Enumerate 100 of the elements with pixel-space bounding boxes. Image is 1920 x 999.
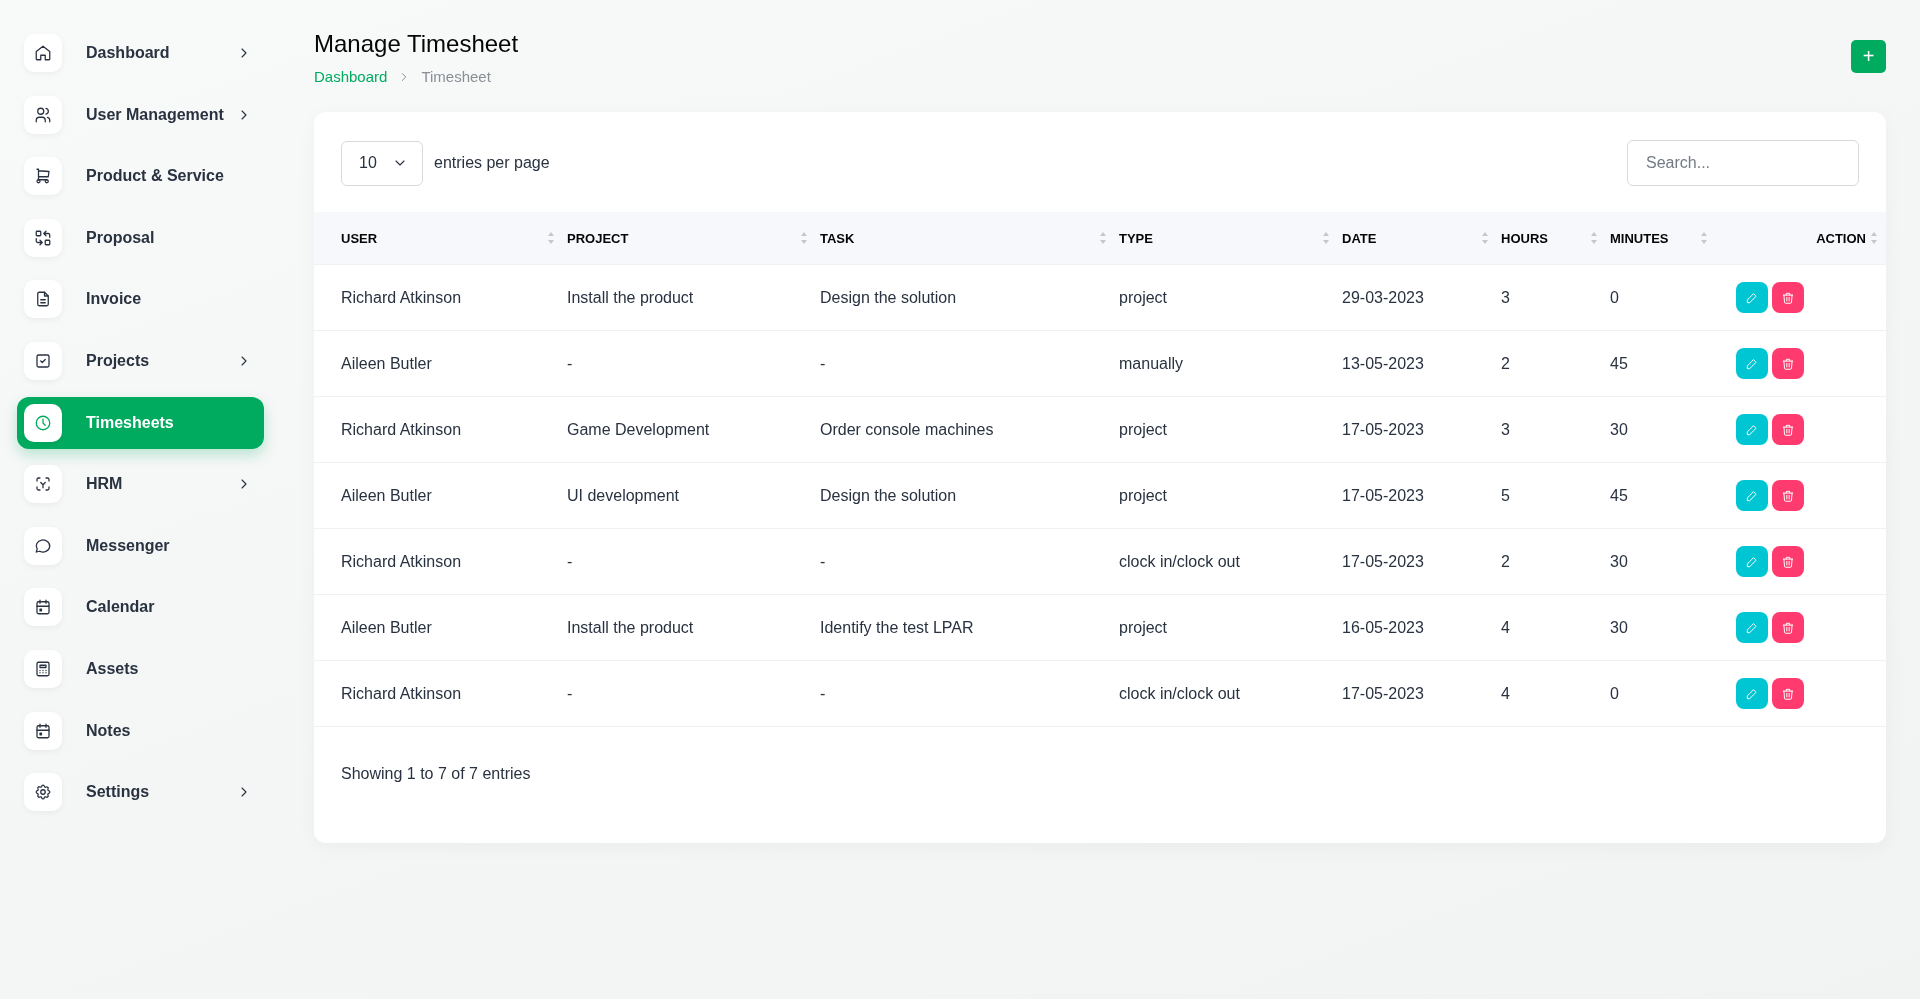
sidebar-item[interactable]: Messenger <box>17 519 264 572</box>
trash-icon <box>1781 686 1795 701</box>
sidebar-item[interactable]: Product & Service <box>17 150 264 203</box>
pencil-icon <box>1745 356 1759 371</box>
table-cell: 45 <box>1610 354 1628 372</box>
sidebar-item[interactable]: User Management <box>17 88 264 141</box>
table-cell: Richard Atkinson <box>341 288 462 306</box>
column-header[interactable]: TYPE <box>1119 230 1153 246</box>
sort-icon <box>547 230 555 246</box>
sidebar-item[interactable]: Proposal <box>17 211 264 264</box>
sidebar-item[interactable]: Invoice <box>17 273 264 326</box>
sidebar-item[interactable]: Assets <box>17 642 264 695</box>
table-cell: - <box>567 354 573 372</box>
sort-icon <box>800 230 808 246</box>
column-header[interactable]: USER <box>341 230 378 246</box>
table-cell: 17-05-2023 <box>1342 486 1424 504</box>
page-size-select[interactable]: 10 <box>341 140 423 186</box>
sort-icon <box>1700 230 1708 246</box>
edit-button[interactable] <box>1736 546 1768 577</box>
delete-button[interactable] <box>1772 546 1804 577</box>
table-cell: Game Development <box>567 420 710 438</box>
table-cell: Aileen Butler <box>341 618 432 636</box>
chat-icon <box>34 536 52 555</box>
table-cell: 17-05-2023 <box>1342 684 1424 702</box>
edit-button[interactable] <box>1736 480 1768 511</box>
delete-button[interactable] <box>1772 282 1804 313</box>
checkbox-icon <box>34 351 52 370</box>
settings-icon <box>34 783 52 802</box>
cart-icon <box>34 167 52 186</box>
table-cell: 0 <box>1610 684 1619 702</box>
sort-icon <box>1322 230 1330 246</box>
table-cell: Install the product <box>567 618 694 636</box>
column-header[interactable]: PROJECT <box>567 230 629 246</box>
edit-button[interactable] <box>1736 348 1768 379</box>
delete-button[interactable] <box>1772 678 1804 709</box>
sidebar-item[interactable]: Notes <box>17 704 264 757</box>
page-title: Manage Timesheet <box>314 30 519 58</box>
table-cell: 45 <box>1610 486 1628 504</box>
table-cell: 13-05-2023 <box>1342 354 1424 372</box>
table-cell: 30 <box>1610 420 1628 438</box>
pencil-icon <box>1745 488 1759 503</box>
table-cell: - <box>820 684 826 702</box>
column-header[interactable]: DATE <box>1342 230 1377 246</box>
table-cell: 4 <box>1501 684 1510 702</box>
edit-button[interactable] <box>1736 414 1768 445</box>
table-cell: 30 <box>1610 618 1628 636</box>
sidebar-item[interactable]: Dashboard <box>17 27 264 79</box>
trash-icon <box>1781 620 1795 635</box>
pencil-icon <box>1745 422 1759 437</box>
sort-icon <box>1870 230 1878 246</box>
table-cell: Aileen Butler <box>341 486 432 504</box>
table-cell: - <box>567 684 573 702</box>
table-cell: - <box>820 354 826 372</box>
clock-icon <box>34 413 52 432</box>
table-cell: 4 <box>1501 618 1510 636</box>
table-cell: project <box>1119 420 1168 438</box>
sort-icon <box>1590 230 1598 246</box>
column-header[interactable]: TASK <box>820 230 855 246</box>
breadcrumb-current: Timesheet <box>421 68 491 85</box>
home-icon <box>34 44 52 62</box>
calendar-icon <box>34 721 52 740</box>
trash-icon <box>1781 554 1795 569</box>
table-cell: 2 <box>1501 354 1510 372</box>
edit-button[interactable] <box>1736 678 1768 709</box>
document-icon <box>34 290 52 309</box>
column-header[interactable]: MINUTES <box>1610 230 1669 246</box>
table-cell: 17-05-2023 <box>1342 552 1424 570</box>
sort-icon <box>1099 230 1107 246</box>
edit-button[interactable] <box>1736 282 1768 313</box>
calendar-icon <box>34 598 52 617</box>
search-field[interactable]: Search... <box>1627 140 1859 186</box>
table-cell: 3 <box>1501 288 1510 306</box>
pencil-icon <box>1745 290 1759 305</box>
edit-button[interactable] <box>1736 612 1768 643</box>
table-cell: manually <box>1119 354 1184 372</box>
table-cell: Order console machines <box>820 420 994 438</box>
table-cell: Richard Atkinson <box>341 420 462 438</box>
table-cell: Richard Atkinson <box>341 552 462 570</box>
calculator-icon <box>34 659 52 678</box>
swap-icon <box>34 228 52 247</box>
delete-button[interactable] <box>1772 612 1804 643</box>
table-cell: project <box>1119 486 1168 504</box>
delete-button[interactable] <box>1772 348 1804 379</box>
column-header[interactable]: HOURS <box>1501 230 1548 246</box>
table-cell: UI development <box>567 486 680 504</box>
trash-icon <box>1781 422 1795 437</box>
table-cell: Install the product <box>567 288 694 306</box>
trash-icon <box>1781 356 1795 371</box>
column-header[interactable]: ACTION <box>1816 230 1866 246</box>
sidebar-item[interactable]: Projects <box>17 334 264 387</box>
table-cell: 30 <box>1610 552 1628 570</box>
sidebar-item[interactable]: Settings <box>17 766 264 819</box>
pencil-icon <box>1745 686 1759 701</box>
sidebar-item[interactable]: HRM <box>17 458 264 511</box>
delete-button[interactable] <box>1772 480 1804 511</box>
table-cell: Identify the test LPAR <box>820 618 974 636</box>
table-cell: Design the solution <box>820 486 957 504</box>
delete-button[interactable] <box>1772 414 1804 445</box>
table-cell: 5 <box>1501 486 1510 504</box>
sidebar-item[interactable]: Calendar <box>17 581 264 634</box>
